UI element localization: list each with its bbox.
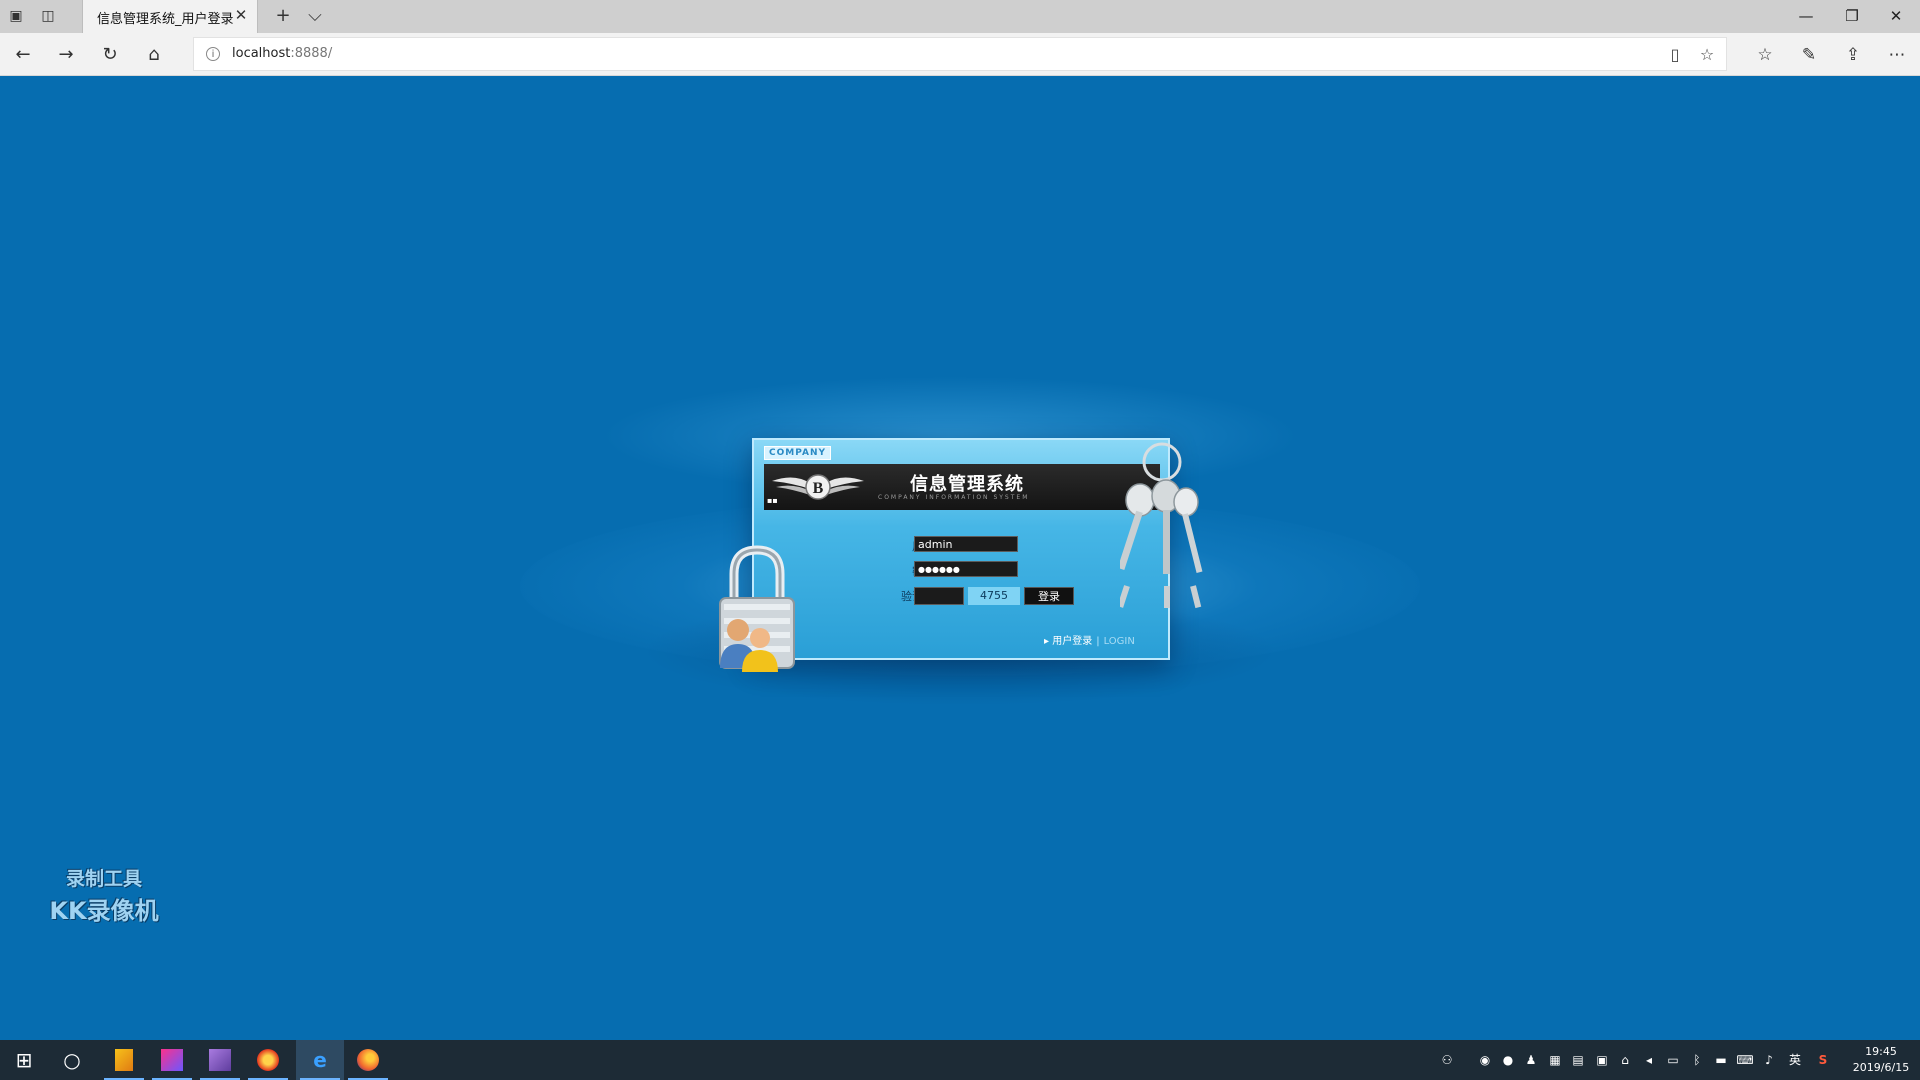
- login-panel: COMPANY B 信息管理系统 COMPANY INFORMATION SYS…: [752, 438, 1170, 660]
- captcha-input[interactable]: [914, 587, 964, 605]
- svg-text:B: B: [813, 480, 824, 497]
- url-host: localhost: [232, 46, 291, 61]
- display-icon[interactable]: ▭: [1662, 1040, 1684, 1080]
- share-icon[interactable]: ⇪: [1840, 42, 1866, 68]
- clock-time: 19:45: [1865, 1045, 1897, 1058]
- watermark-line2: KK录像机: [49, 897, 159, 925]
- qq-icon[interactable]: ♟: [1520, 1040, 1542, 1080]
- antivirus-icon[interactable]: ●: [1497, 1040, 1519, 1080]
- visualstudio-app-icon: [209, 1049, 231, 1071]
- captcha-code[interactable]: 4755: [968, 587, 1020, 605]
- site-info-icon[interactable]: i: [206, 47, 220, 61]
- url-text[interactable]: localhost:8888/: [232, 46, 332, 61]
- taskbar-app-firefox[interactable]: [344, 1040, 392, 1080]
- set-aside-tabs-icon[interactable]: ◫: [38, 6, 58, 26]
- firefox-app-icon: [357, 1049, 379, 1071]
- recording-watermark: 录制工具 KK录像机: [34, 864, 174, 926]
- flag-icon[interactable]: ◂: [1638, 1040, 1660, 1080]
- padlock-users-icon: [719, 545, 795, 672]
- tab-title: 信息管理系统_用户登录: [97, 12, 234, 27]
- tab-preview-icon[interactable]: ▣: [6, 6, 26, 26]
- bluetooth-icon[interactable]: ᛒ: [1686, 1040, 1708, 1080]
- taskbar-app-edge[interactable]: e: [296, 1040, 344, 1080]
- cortana-search-button[interactable]: ○: [48, 1040, 96, 1080]
- windows-taskbar: ⊞ ○ e ⚇ ◉ ● ♟ ▦ ▤ ▣ ⌂ ◂ ▭ ᛒ ▬ ⌨ ♪ 英 S 19…: [0, 1040, 1920, 1080]
- edge-app-icon: e: [313, 1048, 327, 1072]
- taskbar-app-recorder[interactable]: [244, 1040, 292, 1080]
- reading-view-icon[interactable]: ▯: [1664, 45, 1686, 65]
- clock-date: 2019/6/15: [1852, 1061, 1910, 1074]
- intellij-app-icon: [161, 1049, 183, 1071]
- user-login-link[interactable]: ▸ 用户登录: [1044, 636, 1092, 647]
- keys-icon: [1120, 442, 1203, 609]
- system-title: 信息管理系统: [910, 474, 1024, 495]
- keyboard-icon[interactable]: ⌨: [1734, 1040, 1756, 1080]
- title-strip: B 信息管理系统 COMPANY INFORMATION SYSTEM ▪▪: [764, 464, 1160, 510]
- battery-icon[interactable]: ▬: [1710, 1040, 1732, 1080]
- url-port: :8888/: [290, 46, 333, 61]
- login-button[interactable]: 登录: [1024, 587, 1074, 605]
- taskbar-app-visualstudio[interactable]: [196, 1040, 244, 1080]
- address-bar[interactable]: i localhost:8888/ ▯ ☆: [193, 37, 1727, 71]
- password-input[interactable]: ●●●●●●: [914, 561, 1018, 577]
- web-notes-icon[interactable]: ✎: [1796, 42, 1822, 68]
- new-tab-button[interactable]: +: [272, 6, 294, 28]
- browser-nav-bar: ← → ↻ ⌂ i localhost:8888/ ▯ ☆ ☆ ✎ ⇪ ⋯: [0, 33, 1920, 76]
- restore-button[interactable]: ❐: [1832, 4, 1872, 28]
- sogou-input-icon[interactable]: S: [1812, 1040, 1834, 1080]
- forward-button[interactable]: →: [53, 42, 79, 68]
- footer-separator: |: [1096, 636, 1100, 647]
- browser-tab-bar: ▣ ◫ 信息管理系统_用户登录 ✕ + ⌵ — ❐ ✕: [0, 0, 1920, 33]
- taskbar-clock[interactable]: 19:45 2019/6/15: [1846, 1044, 1916, 1076]
- more-icon[interactable]: ⋯: [1884, 42, 1910, 68]
- company-tag: COMPANY: [764, 446, 831, 460]
- volume-icon[interactable]: ♪: [1758, 1040, 1780, 1080]
- close-window-button[interactable]: ✕: [1876, 4, 1916, 28]
- winged-b-logo-icon: B: [772, 474, 864, 500]
- footer-links: ▸ 用户登录 | LOGIN: [1044, 632, 1135, 647]
- tab-login[interactable]: 信息管理系统_用户登录 ✕: [82, 0, 258, 33]
- watermark-line1: 录制工具: [65, 868, 142, 890]
- taskbar-app-ide[interactable]: [100, 1040, 148, 1080]
- chrome-icon[interactable]: ◉: [1474, 1040, 1496, 1080]
- photo-icon[interactable]: ▦: [1544, 1040, 1566, 1080]
- ide-app-icon: [115, 1049, 133, 1071]
- network-icon[interactable]: ⌂: [1614, 1040, 1636, 1080]
- login-en-link[interactable]: LOGIN: [1104, 636, 1135, 647]
- favorites-hub-icon[interactable]: ☆: [1752, 42, 1778, 68]
- start-button[interactable]: ⊞: [0, 1040, 48, 1080]
- refresh-button[interactable]: ↻: [97, 42, 123, 68]
- home-button[interactable]: ⌂: [141, 42, 167, 68]
- username-input[interactable]: admin: [914, 536, 1018, 552]
- system-subtitle: COMPANY INFORMATION SYSTEM: [878, 494, 1030, 501]
- tab-close-icon[interactable]: ✕: [233, 7, 249, 23]
- back-button[interactable]: ←: [10, 42, 36, 68]
- people-icon[interactable]: ⚇: [1436, 1040, 1458, 1080]
- favorite-star-icon[interactable]: ☆: [1696, 45, 1718, 65]
- tab-dropdown-icon[interactable]: ⌵: [304, 6, 326, 28]
- minimize-button[interactable]: —: [1786, 4, 1826, 28]
- grip-icon: ▪▪: [767, 496, 778, 505]
- ime-indicator[interactable]: 英: [1784, 1040, 1806, 1080]
- recorder-app-icon: [257, 1049, 279, 1071]
- taskbar-app-intellij[interactable]: [148, 1040, 196, 1080]
- printer-icon[interactable]: ▤: [1567, 1040, 1589, 1080]
- app-icon[interactable]: ▣: [1591, 1040, 1613, 1080]
